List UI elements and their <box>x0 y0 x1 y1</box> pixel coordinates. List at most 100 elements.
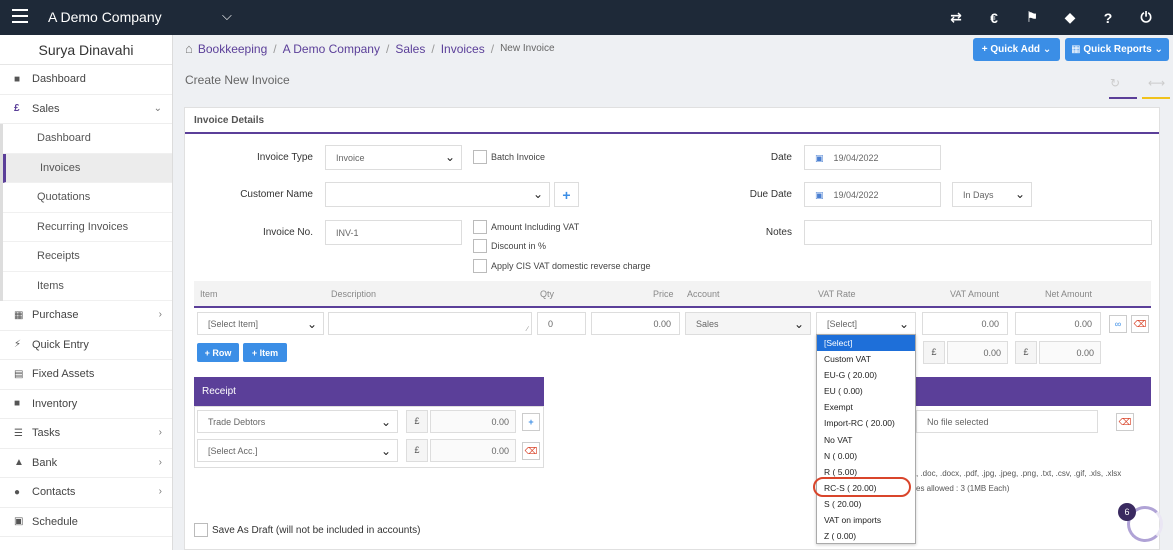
vat-option-custom[interactable]: Custom VAT <box>817 351 915 367</box>
company-name[interactable]: A Demo Company <box>48 9 162 25</box>
chevron-down-icon: ⌄ <box>380 415 391 429</box>
receipt-amount-2[interactable]: 0.00 <box>430 439 516 462</box>
tab-indicator-1 <box>1109 97 1137 99</box>
calendar-icon: ▣ <box>815 153 824 163</box>
delete-row-icon[interactable]: ⌫ <box>1131 315 1149 333</box>
delete-file-icon[interactable]: ⌫ <box>1116 413 1134 431</box>
sidebar-item-quick-entry[interactable]: ⚡ Quick Entry <box>0 331 172 360</box>
link-icon[interactable]: ∞ <box>1109 315 1127 333</box>
sidebar-item-items[interactable]: Items <box>3 272 172 301</box>
vat-option-eu[interactable]: EU ( 0.00) <box>817 383 915 399</box>
notification-badge[interactable]: 6 <box>1118 503 1136 521</box>
chevron-down-icon: ⌄ <box>793 317 804 331</box>
breadcrumb: ⌂ Bookkeeping / A Demo Company / Sales /… <box>185 41 555 56</box>
receipt-account-select-2[interactable]: [Select Acc.] ⌄ <box>197 439 398 462</box>
sidebar-item-sales[interactable]: £ Sales ⌄ <box>0 95 172 124</box>
sidebar-item-inventory[interactable]: ■ Inventory <box>0 390 172 419</box>
delete-receipt-icon[interactable]: ⌫ <box>522 442 540 460</box>
sidebar-item-contacts[interactable]: ● Contacts › <box>0 478 172 508</box>
due-date-input[interactable]: ▣ 19/04/2022 <box>804 182 941 207</box>
breadcrumb-invoices[interactable]: Invoices <box>441 42 485 56</box>
draft-checkbox[interactable] <box>194 523 208 537</box>
sidebar-item-bank[interactable]: ▲ Bank › <box>0 449 172 478</box>
tasks-icon: ☰ <box>14 427 23 439</box>
file-input[interactable]: No file selected <box>916 410 1098 433</box>
sidebar-item-tasks[interactable]: ☰ Tasks › <box>0 419 172 449</box>
quick-add-button[interactable]: + Quick Add ⌄ <box>973 38 1060 61</box>
item-select[interactable]: [Select Item] ⌄ <box>197 312 324 335</box>
chevron-down-icon: ⌄ <box>153 102 162 114</box>
vat-rate-select[interactable]: [Select] ⌄ <box>816 312 916 335</box>
invoice-no-input[interactable]: INV-1 <box>325 220 462 245</box>
discount-checkbox[interactable] <box>473 239 487 253</box>
sidebar-item-invoices[interactable]: Invoices <box>3 153 172 183</box>
date-input[interactable]: ▣ 19/04/2022 <box>804 145 941 170</box>
sidebar-item-schedule[interactable]: ▣ Schedule <box>0 508 172 537</box>
due-in-select[interactable]: In Days ⌄ <box>952 182 1032 207</box>
cis-label: Apply CIS VAT domestic reverse charge <box>491 261 651 271</box>
vat-option-vat-on-imports[interactable]: VAT on imports <box>817 512 915 528</box>
add-item-button[interactable]: + Item <box>243 343 287 362</box>
vat-option-eu-g[interactable]: EU-G ( 20.00) <box>817 367 915 383</box>
resize-handle-icon[interactable]: ∕ <box>527 326 528 333</box>
hamburger-menu-icon[interactable] <box>12 9 28 23</box>
plus-icon: + <box>981 44 991 55</box>
chevron-down-icon[interactable]: ⌵ <box>222 8 232 24</box>
receipt-amount-1[interactable]: 0.00 <box>430 410 516 433</box>
customer-name-select[interactable]: ⌄ <box>325 182 550 207</box>
breadcrumb-bookkeeping[interactable]: Bookkeeping <box>198 42 267 56</box>
price-input[interactable]: 0.00 <box>591 312 680 335</box>
description-input[interactable]: ∕ <box>328 312 532 335</box>
vat-option-z[interactable]: Z ( 0.00) <box>817 528 915 544</box>
chevron-right-icon: › <box>158 309 162 320</box>
euro-icon[interactable]: € <box>975 0 1013 35</box>
save-as-draft[interactable]: Save As Draft (will not be included in a… <box>194 523 420 537</box>
expand-icon[interactable]: ⟷ <box>1148 76 1165 90</box>
quick-reports-button[interactable]: ▦ Quick Reports ⌄ <box>1065 38 1169 61</box>
transfer-icon[interactable]: ⇄ <box>937 0 975 35</box>
net-amount-input[interactable]: 0.00 <box>1015 312 1101 335</box>
vat-option-import-rc[interactable]: Import-RC ( 20.00) <box>817 415 915 431</box>
vat-option-n[interactable]: N ( 0.00) <box>817 448 915 464</box>
pound-icon: £ <box>14 103 20 115</box>
invoice-type-select[interactable]: Invoice ⌄ <box>325 145 462 170</box>
vat-option-no-vat[interactable]: No VAT <box>817 432 915 448</box>
sidebar-item-sales-dashboard[interactable]: Dashboard <box>3 124 172 154</box>
receipt-account-select-1[interactable]: Trade Debtors ⌄ <box>197 410 398 433</box>
add-receipt-button[interactable]: + <box>522 413 540 431</box>
add-customer-button[interactable]: + <box>554 182 579 207</box>
tag-icon[interactable]: ◆ <box>1051 0 1089 35</box>
invoice-no-label: Invoice No. <box>262 227 313 238</box>
sidebar-item-dashboard[interactable]: ■ Dashboard <box>0 65 172 95</box>
batch-invoice-label: Batch Invoice <box>491 152 546 162</box>
user-name: Surya Dinavahi <box>0 35 172 65</box>
attachments-header <box>916 377 1151 406</box>
vat-option-exempt[interactable]: Exempt <box>817 399 915 415</box>
amount-incl-vat-checkbox[interactable] <box>473 220 487 234</box>
breadcrumb-company[interactable]: A Demo Company <box>283 42 380 56</box>
vat-amount-input[interactable]: 0.00 <box>922 312 1008 335</box>
net-total-currency: £ <box>1015 341 1037 364</box>
sidebar-item-fixed-assets[interactable]: ▤ Fixed Assets <box>0 360 172 390</box>
refresh-icon[interactable]: ↻ <box>1110 76 1120 90</box>
qty-input[interactable]: 0 <box>537 312 586 335</box>
cis-checkbox[interactable] <box>473 259 487 273</box>
sidebar-item-receipts[interactable]: Receipts <box>3 242 172 272</box>
sidebar-item-purchase[interactable]: ▦ Purchase › <box>0 301 172 331</box>
help-icon[interactable]: ? <box>1089 0 1127 35</box>
add-row-button[interactable]: + Row <box>197 343 239 362</box>
panel-title: Invoice Details <box>185 108 1159 134</box>
breadcrumb-sales[interactable]: Sales <box>395 42 425 56</box>
notes-input[interactable] <box>804 220 1152 245</box>
sidebar-item-quotations[interactable]: Quotations <box>3 183 172 213</box>
vat-option-select[interactable]: [Select] <box>817 335 915 352</box>
vat-option-s[interactable]: S ( 20.00) <box>817 496 915 512</box>
batch-invoice-checkbox[interactable] <box>473 150 487 164</box>
power-icon[interactable]: ⏻ <box>1127 0 1165 35</box>
account-select[interactable]: Sales ⌄ <box>685 312 811 335</box>
sidebar-item-recurring-invoices[interactable]: Recurring Invoices <box>3 213 172 242</box>
megaphone-icon[interactable]: ⚑ <box>1013 0 1051 35</box>
notes-label: Notes <box>765 227 792 238</box>
truck-icon: ■ <box>14 398 21 410</box>
home-icon[interactable]: ⌂ <box>185 41 193 56</box>
